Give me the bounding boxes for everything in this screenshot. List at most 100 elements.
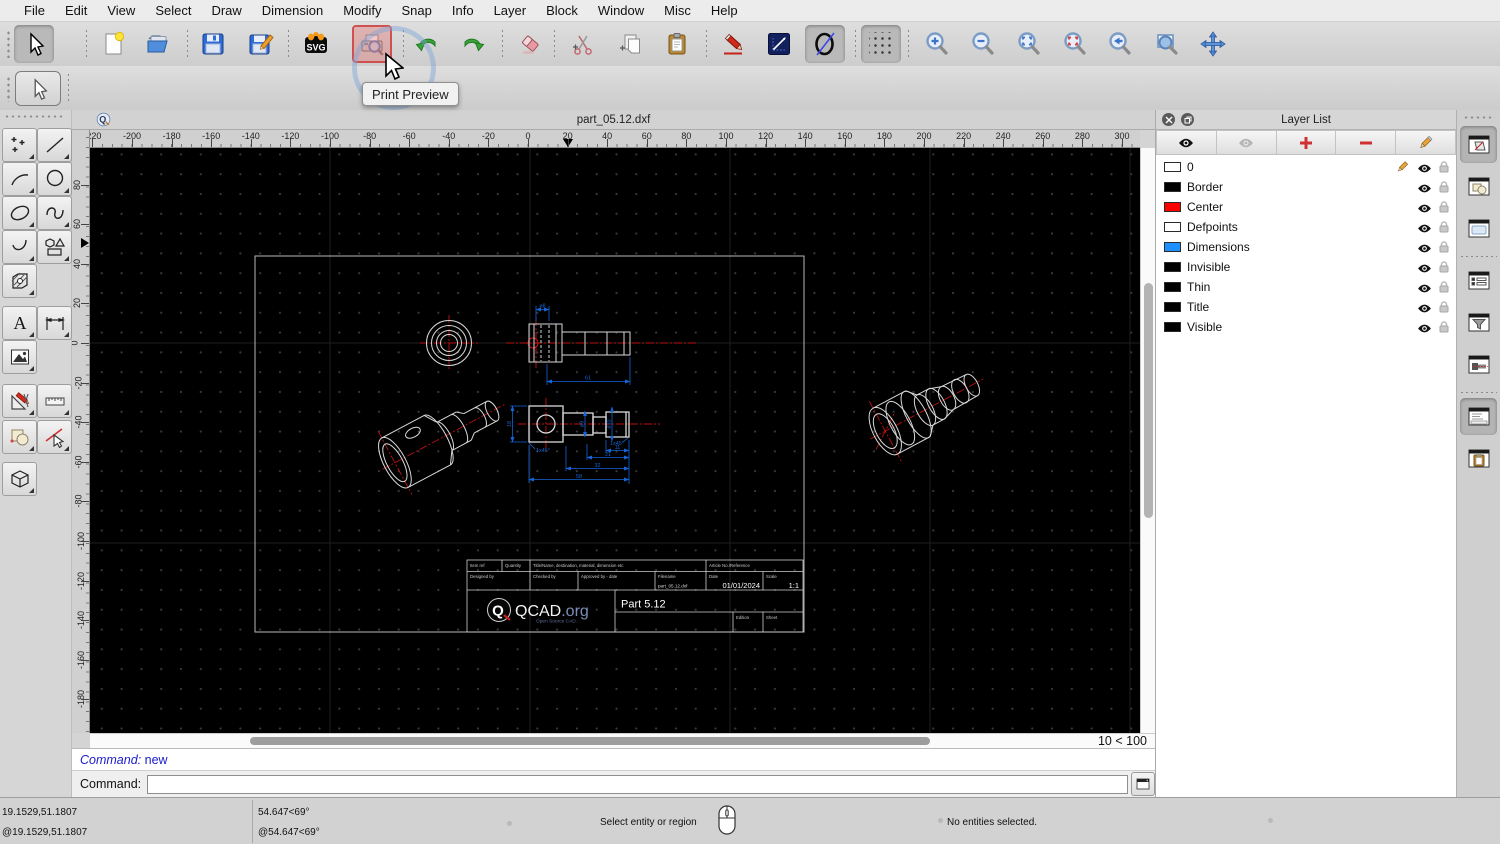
- command-line-toggle-button[interactable]: [1460, 398, 1497, 435]
- layer-row-title[interactable]: Title: [1156, 297, 1456, 317]
- cut-button[interactable]: [563, 25, 603, 63]
- layer-row-thin[interactable]: Thin: [1156, 277, 1456, 297]
- dock-drag-handle[interactable]: [1463, 115, 1495, 120]
- view-list-toggle-button[interactable]: [1460, 210, 1497, 247]
- eye-icon[interactable]: [1417, 303, 1432, 314]
- menu-item-dimension[interactable]: Dimension: [252, 3, 333, 18]
- zoom-in-button[interactable]: [917, 25, 957, 63]
- copy-button[interactable]: [610, 25, 650, 63]
- layer-color-swatch[interactable]: [1164, 242, 1181, 252]
- lock-icon[interactable]: [1438, 180, 1450, 194]
- vertical-scrollbar-thumb[interactable]: [1144, 283, 1153, 518]
- save-button[interactable]: [193, 25, 233, 63]
- eye-icon[interactable]: [1417, 243, 1432, 254]
- select-tool-button[interactable]: [14, 25, 54, 63]
- selection-filter-toggle-button[interactable]: [1460, 304, 1497, 341]
- polyline-tools-button[interactable]: [2, 230, 37, 264]
- erase-button[interactable]: [510, 25, 550, 63]
- eye-icon[interactable]: [1417, 183, 1432, 194]
- svg-export-button[interactable]: SVG: [296, 25, 336, 63]
- misc-draw-tools-button[interactable]: [2, 384, 37, 418]
- menu-item-file[interactable]: File: [14, 3, 55, 18]
- open-file-button[interactable]: [139, 25, 179, 63]
- layer-row-defpoints[interactable]: Defpoints: [1156, 217, 1456, 237]
- layer-row-visible[interactable]: Visible: [1156, 317, 1456, 337]
- lock-icon[interactable]: [1438, 280, 1450, 294]
- hatch-tool-button[interactable]: [2, 264, 37, 298]
- layer-color-swatch[interactable]: [1164, 262, 1181, 272]
- layer-color-swatch[interactable]: [1164, 222, 1181, 232]
- lock-icon[interactable]: [1438, 220, 1450, 234]
- menu-item-draw[interactable]: Draw: [201, 3, 251, 18]
- layer-color-swatch[interactable]: [1164, 162, 1181, 172]
- line-tool-button[interactable]: [759, 25, 799, 63]
- toolbar-drag-handle[interactable]: [6, 30, 11, 58]
- circle-tool-button[interactable]: [805, 25, 845, 63]
- show-all-layers-button[interactable]: [1156, 130, 1217, 155]
- zoom-window-button[interactable]: [1147, 25, 1187, 63]
- library-browser-toggle-button[interactable]: [1460, 346, 1497, 383]
- layer-color-swatch[interactable]: [1164, 322, 1181, 332]
- layer-row-center[interactable]: Center: [1156, 197, 1456, 217]
- zoom-out-button[interactable]: [963, 25, 1003, 63]
- layer-row-invisible[interactable]: Invisible: [1156, 257, 1456, 277]
- line-tools-button[interactable]: [37, 128, 72, 162]
- add-layer-button[interactable]: [1276, 130, 1337, 155]
- menu-item-snap[interactable]: Snap: [392, 3, 442, 18]
- menu-item-select[interactable]: Select: [145, 3, 201, 18]
- horizontal-scrollbar[interactable]: 10 < 100: [90, 733, 1155, 748]
- ellipse-tools-button[interactable]: [2, 196, 37, 230]
- eye-icon[interactable]: [1417, 163, 1432, 174]
- eye-icon[interactable]: [1417, 263, 1432, 274]
- layer-row-0[interactable]: 0: [1156, 157, 1456, 177]
- selection-tool-option-button[interactable]: [15, 71, 61, 106]
- menu-item-edit[interactable]: Edit: [55, 3, 97, 18]
- toolbar-drag-handle[interactable]: [6, 76, 11, 102]
- vertical-scrollbar[interactable]: [1140, 148, 1155, 733]
- eye-icon[interactable]: [1417, 323, 1432, 334]
- command-input[interactable]: [147, 774, 1129, 794]
- command-options-button[interactable]: [1131, 772, 1155, 796]
- projection-tools-button[interactable]: [2, 462, 37, 496]
- layer-row-border[interactable]: Border: [1156, 177, 1456, 197]
- menu-item-info[interactable]: Info: [442, 3, 484, 18]
- lock-icon[interactable]: [1438, 200, 1450, 214]
- text-tool-button[interactable]: A: [2, 306, 37, 340]
- layer-list-toggle-button[interactable]: [1460, 126, 1497, 163]
- menu-item-layer[interactable]: Layer: [484, 3, 537, 18]
- new-file-button[interactable]: [93, 25, 133, 63]
- horizontal-scrollbar-thumb[interactable]: [250, 737, 930, 745]
- clipboard-panel-toggle-button[interactable]: [1460, 440, 1497, 477]
- layer-color-swatch[interactable]: [1164, 182, 1181, 192]
- eye-icon[interactable]: [1417, 283, 1432, 294]
- measure-tools-button[interactable]: [37, 384, 72, 418]
- hide-all-layers-button[interactable]: [1216, 130, 1277, 155]
- image-tool-button[interactable]: [2, 340, 37, 374]
- menu-item-block[interactable]: Block: [536, 3, 588, 18]
- auto-zoom-button[interactable]: [1009, 25, 1049, 63]
- drawing-canvas[interactable]: ø8 61 18 ø9 ø10 1x45° 1x45° 11 21 32 58: [90, 148, 1140, 733]
- menu-item-misc[interactable]: Misc: [654, 3, 701, 18]
- pan-button[interactable]: [1193, 25, 1233, 63]
- menu-item-view[interactable]: View: [97, 3, 145, 18]
- layer-color-swatch[interactable]: [1164, 302, 1181, 312]
- menu-item-help[interactable]: Help: [701, 3, 748, 18]
- eye-icon[interactable]: [1417, 223, 1432, 234]
- shape-tools-button[interactable]: [37, 230, 72, 264]
- undo-button[interactable]: [407, 25, 447, 63]
- panel-close-button[interactable]: [1162, 113, 1175, 126]
- dimension-tools-button[interactable]: [37, 306, 72, 340]
- palette-drag-handle[interactable]: [4, 114, 66, 119]
- zoom-previous-button[interactable]: [1100, 25, 1140, 63]
- spline-tools-button[interactable]: [37, 196, 72, 230]
- lock-icon[interactable]: [1438, 260, 1450, 274]
- layer-color-swatch[interactable]: [1164, 282, 1181, 292]
- circle-tools-button[interactable]: [37, 162, 72, 196]
- snap-tools-button[interactable]: [37, 420, 72, 454]
- menu-item-window[interactable]: Window: [588, 3, 654, 18]
- save-as-button[interactable]: [241, 25, 281, 63]
- arc-tools-button[interactable]: [2, 162, 37, 196]
- property-editor-toggle-button[interactable]: [1460, 262, 1497, 299]
- eye-icon[interactable]: [1417, 203, 1432, 214]
- paste-button[interactable]: [657, 25, 697, 63]
